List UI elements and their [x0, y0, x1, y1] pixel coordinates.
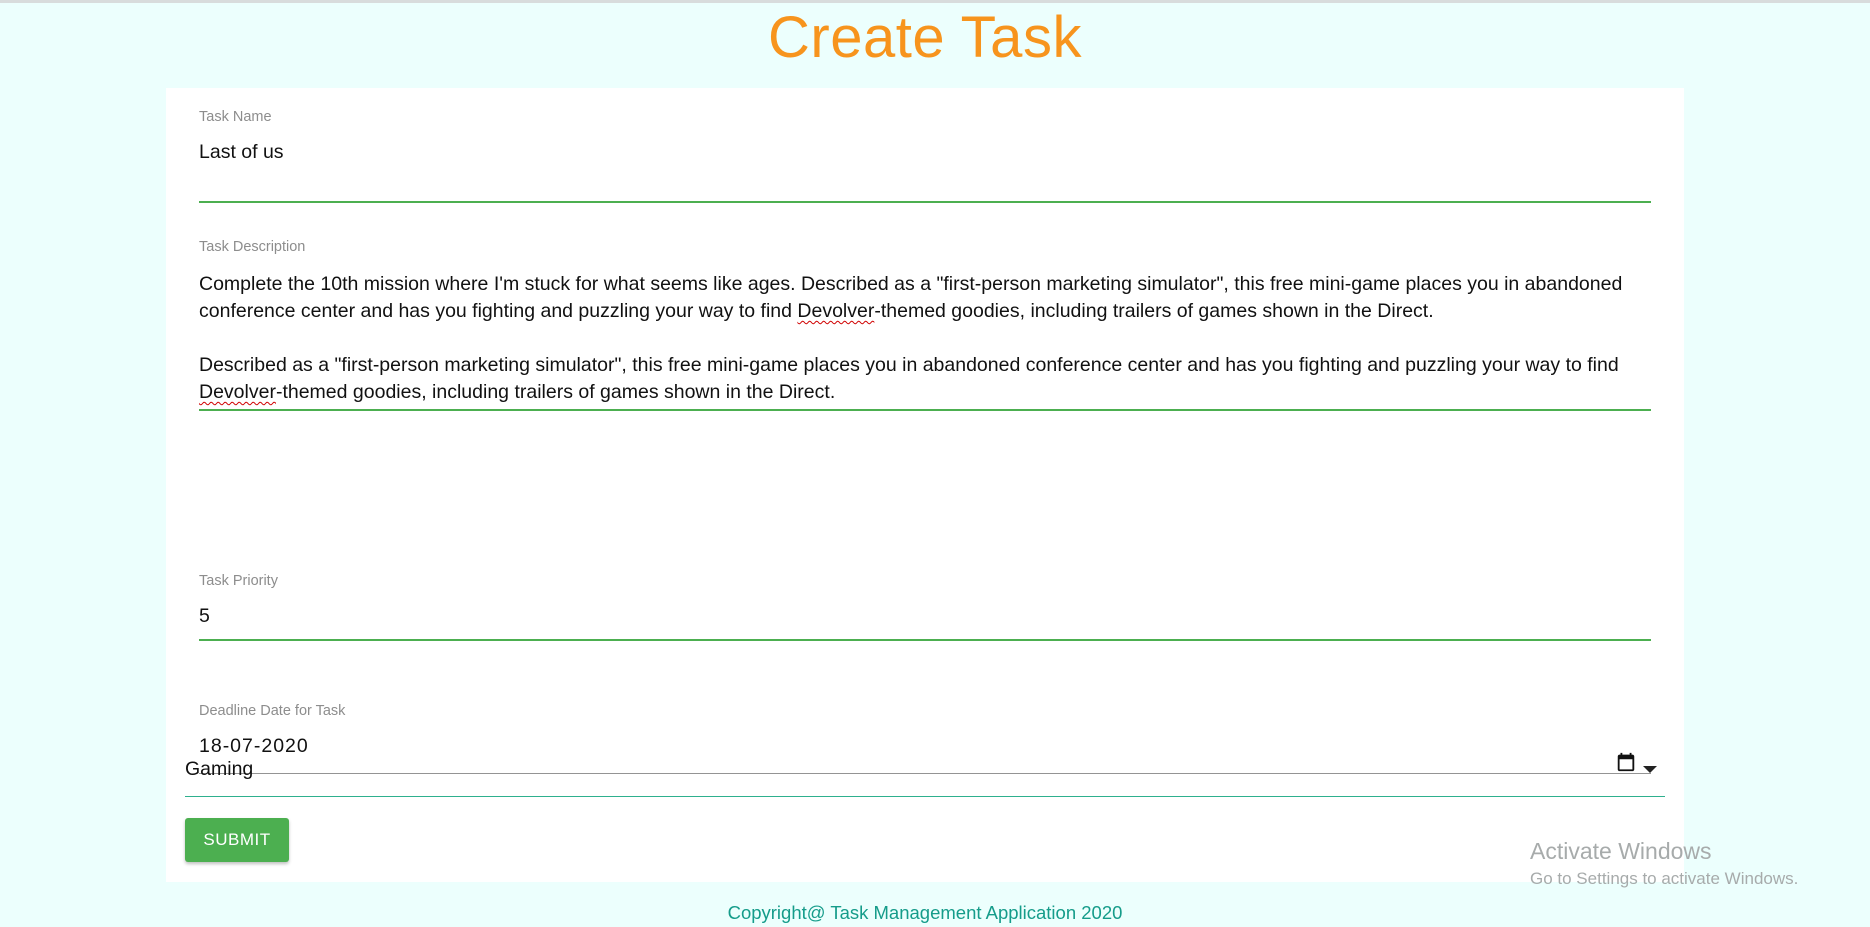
top-border [0, 0, 1870, 3]
task-name-field[interactable]: Task Name Last of us [199, 109, 1651, 203]
watermark-subtitle: Go to Settings to activate Windows. [1530, 869, 1799, 888]
category-selected-value: Gaming [185, 758, 254, 780]
submit-button[interactable]: SUBMIT [185, 818, 289, 862]
create-task-form: Task Name Last of us Task Description Co… [166, 88, 1684, 882]
description-paragraph: Described as a "first-person marketing s… [199, 354, 1619, 403]
watermark-title: Activate Windows [1530, 838, 1712, 864]
task-name-label: Task Name [199, 109, 272, 125]
activate-windows-watermark: Activate Windows Go to Settings to activ… [1530, 838, 1798, 889]
task-description-field[interactable]: Task Description Complete the 10th missi… [199, 239, 1651, 411]
spellcheck-word: Devolver [199, 381, 276, 403]
category-select[interactable]: Gaming [185, 748, 1665, 797]
footer-copyright: Copyright@ Task Management Application 2… [727, 902, 1123, 923]
page-title: Create Task [768, 5, 1082, 70]
caret-down-icon[interactable] [1643, 766, 1657, 773]
task-description-textarea[interactable]: Complete the 10th mission where I'm stuc… [199, 271, 1651, 406]
task-priority-label: Task Priority [199, 573, 278, 589]
task-name-input[interactable]: Last of us [199, 141, 1651, 164]
description-paragraph: Complete the 10th mission where I'm stuc… [199, 273, 1623, 322]
deadline-label: Deadline Date for Task [199, 703, 346, 719]
task-description-label: Task Description [199, 239, 306, 255]
spellcheck-word: Devolver [797, 300, 875, 322]
